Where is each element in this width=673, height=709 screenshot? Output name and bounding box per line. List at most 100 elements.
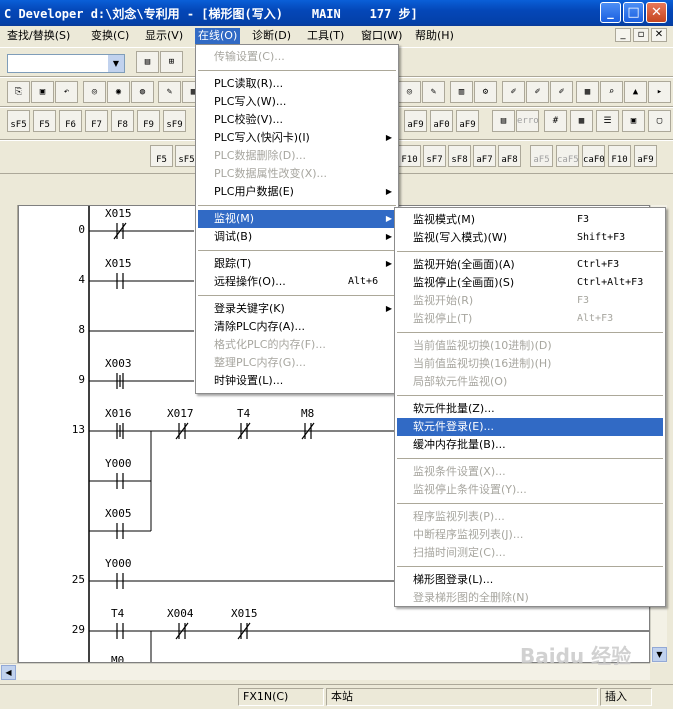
key-f10[interactable]: F10 [398,145,421,167]
edit-icon[interactable]: ✎ [422,81,445,103]
scroll-left-icon[interactable]: ◀ [1,665,16,680]
write-icon[interactable]: ✎ [158,81,181,103]
device-label[interactable]: Y000 [105,457,132,470]
monitor-menu-item[interactable]: 监视停止(全画面)(S) Ctrl+Alt+F3 [397,274,663,292]
key-af5[interactable]: aF5 [530,145,553,167]
scroll-down-icon[interactable]: ▼ [652,647,667,662]
replace-icon[interactable]: ◍ [131,81,154,103]
online-menu-item[interactable]: 清除PLC内存(A)... [198,318,396,336]
device-label[interactable]: T4 [111,607,124,620]
key-af8[interactable]: aF8 [498,145,521,167]
mdi-minimize-button[interactable]: _ [615,28,631,42]
online-menu-item[interactable]: 调试(B) ▶ [198,228,396,246]
find-icon[interactable]: ◉ [107,81,130,103]
list-icon[interactable]: ☰ [596,110,619,132]
online-menu-item[interactable]: PLC校验(V)... [198,111,396,129]
minimize-button[interactable]: _ [600,2,621,23]
online-menu-item[interactable]: 时钟设置(L)... [198,372,396,390]
menu-help[interactable]: 帮助(H) [412,28,457,45]
chip-icon[interactable]: ▣ [622,110,645,132]
tree-icon[interactable]: ⊞ [160,51,183,73]
key-sf8[interactable]: sF8 [448,145,471,167]
copy-icon[interactable]: ⎘ [7,81,30,103]
device-label[interactable]: X016 [105,407,132,420]
settings-icon[interactable]: ⚙ [474,81,497,103]
program-combo[interactable]: ▼ [7,54,125,73]
counter-icon[interactable]: # [544,110,567,132]
lock-icon[interactable]: ▲ [624,81,647,103]
device-label[interactable]: X004 [167,607,194,620]
monitor-menu-item[interactable]: 梯形图登录(L)... [397,571,663,589]
monitor-menu-item[interactable]: 软元件登录(E)... [397,418,663,436]
online-menu-item[interactable]: 远程操作(O)... Alt+6 [198,273,396,291]
search-icon[interactable]: ◎ [398,81,421,103]
key-contact-f5[interactable]: F5 [150,145,173,167]
menu-convert[interactable]: 变换(C) [88,28,132,45]
menu-view[interactable]: 显示(V) [142,28,186,45]
device-label[interactable]: Y000 [105,557,132,570]
maximize-button[interactable]: □ [623,2,644,23]
pen2-icon[interactable]: ✐ [526,81,549,103]
device-label[interactable]: T4 [237,407,250,420]
magnifier-icon[interactable]: ⌕ [600,81,623,103]
online-menu-item[interactable]: 跟踪(T) ▶ [198,255,396,273]
paste-icon[interactable]: ▣ [31,81,54,103]
page-icon[interactable]: ▤ [136,51,159,73]
zoom-icon[interactable]: ◎ [83,81,106,103]
box-icon[interactable]: ▢ [648,110,671,132]
monitor-menu-item[interactable]: 监视开始(全画面)(A) Ctrl+F3 [397,256,663,274]
key-sf7[interactable]: sF7 [423,145,446,167]
key-caf0[interactable]: caF0 [582,145,605,167]
error-icon[interactable]: error [516,110,539,132]
mdi-restore-button[interactable]: ▫ [633,28,649,42]
menu-diagnose[interactable]: 诊断(D) [249,28,294,45]
online-menu-item[interactable]: 登录关键字(K) ▶ [198,300,396,318]
chevron-down-icon[interactable]: ▼ [108,55,124,72]
table-icon[interactable]: ▦ [570,110,593,132]
device-label[interactable]: X005 [105,507,132,520]
key-caf5[interactable]: caF5 [556,145,579,167]
key-sf5[interactable]: sF5 [7,110,30,132]
online-menu-item[interactable]: PLC写入(快闪卡)(I) ▶ [198,129,396,147]
key-f5[interactable]: F5 [33,110,56,132]
key-f6[interactable]: F6 [59,110,82,132]
menu-find-replace[interactable]: 查找/替换(S) [4,28,73,45]
device-label[interactable]: X003 [105,357,132,370]
online-menu-item[interactable]: PLC写入(W)... [198,93,396,111]
key-f10b[interactable]: F10 [608,145,631,167]
device-label[interactable]: X015 [105,257,132,270]
key-af9[interactable]: aF9 [404,110,427,132]
key-af7[interactable]: aF7 [473,145,496,167]
monitor-menu-item[interactable]: 软元件批量(Z)... [397,400,663,418]
device-label[interactable]: X015 [105,207,132,220]
online-menu-item[interactable]: 监视(M) ▶ [198,210,396,228]
mdi-close-button[interactable]: ✕ [651,28,667,42]
device-label[interactable]: M8 [301,407,314,420]
grid-icon[interactable]: ▦ [576,81,599,103]
key-sf9[interactable]: sF9 [163,110,186,132]
device-label[interactable]: X017 [167,407,194,420]
key-f7[interactable]: F7 [85,110,108,132]
device-icon[interactable]: ▥ [450,81,473,103]
monitor-menu-item[interactable]: 缓冲内存批量(B)... [397,436,663,454]
menu-tools[interactable]: 工具(T) [304,28,347,45]
close-button[interactable]: ✕ [646,2,667,23]
pen-icon[interactable]: ✐ [502,81,525,103]
key-af9c[interactable]: aF9 [634,145,657,167]
menu-window[interactable]: 窗口(W) [358,28,405,45]
online-menu-item[interactable]: PLC用户数据(E) ▶ [198,183,396,201]
monitor-menu-item[interactable]: 监视模式(M) F3 [397,211,663,229]
key-af0[interactable]: aF0 [430,110,453,132]
clipboard-icon[interactable]: ▤ [492,110,515,132]
key-af9b[interactable]: aF9 [456,110,479,132]
key-f9[interactable]: F9 [137,110,160,132]
key-f8[interactable]: F8 [111,110,134,132]
online-menu-item[interactable]: PLC读取(R)... [198,75,396,93]
pen3-icon[interactable]: ✐ [550,81,573,103]
device-label[interactable]: M0 [111,654,124,662]
monitor-menu-item[interactable]: 监视(写入模式)(W) Shift+F3 [397,229,663,247]
arrow-icon[interactable]: ▸ [648,81,671,103]
device-label[interactable]: X015 [231,607,258,620]
menu-online[interactable]: 在线(O) [195,28,241,45]
undo-icon[interactable]: ↶ [55,81,78,103]
